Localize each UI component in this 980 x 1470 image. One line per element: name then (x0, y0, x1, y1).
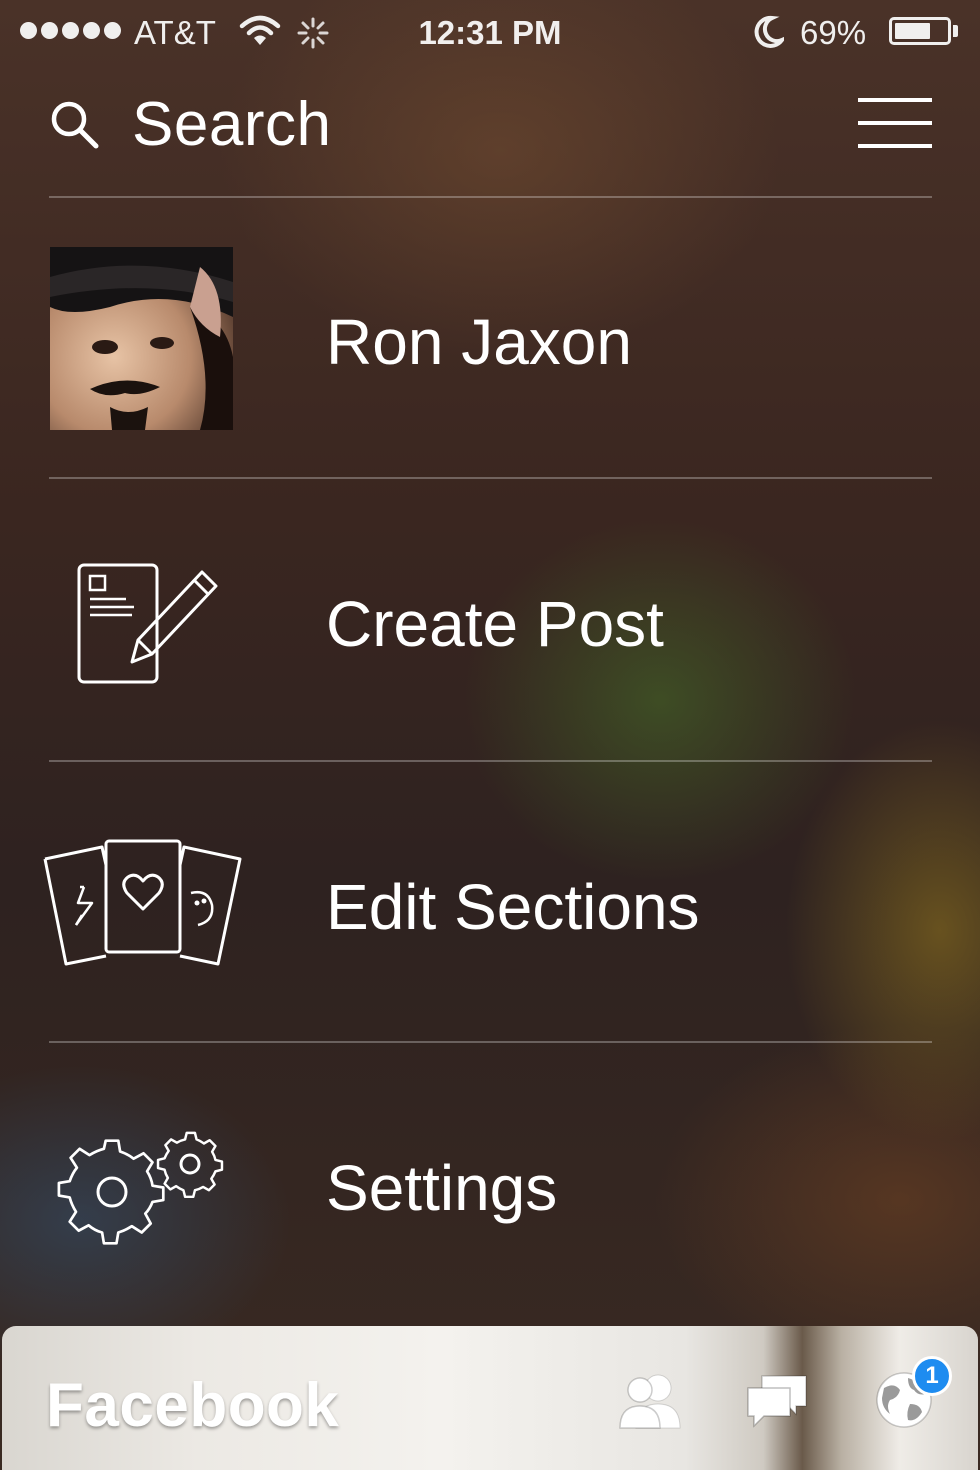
do-not-disturb-moon-icon (754, 15, 784, 48)
hamburger-menu-icon[interactable] (858, 96, 932, 150)
search-icon (51, 101, 99, 149)
create-post-icon (77, 563, 218, 684)
avatar[interactable] (50, 247, 233, 430)
gears-icon (57, 1131, 224, 1245)
battery-percentage: 69% (800, 14, 867, 51)
friends-icon[interactable] (614, 1370, 688, 1430)
bottom-bar[interactable]: Facebook 1 (2, 1326, 978, 1470)
status-bar: AT&T 12:31 PM 69% (0, 0, 980, 64)
notification-badge: 1 (912, 1356, 952, 1396)
divider (49, 477, 932, 479)
menu-item-label: Create Post (326, 588, 664, 660)
menu-item-label: Settings (326, 1152, 558, 1224)
cards-icon (43, 839, 242, 966)
divider (49, 196, 932, 198)
app-title: Facebook (46, 1371, 340, 1440)
divider (49, 1041, 932, 1043)
battery-level-fill (895, 23, 930, 39)
menu-item-settings[interactable]: Settings (0, 1044, 980, 1324)
menu-item-edit-sections[interactable]: Edit Sections (0, 763, 980, 1043)
search-label: Search (132, 89, 332, 159)
messages-icon[interactable] (744, 1372, 810, 1430)
battery-terminal (953, 25, 958, 37)
avatar-image (50, 247, 233, 430)
battery-icon (889, 17, 951, 45)
profile-name: Ron Jaxon (326, 306, 632, 378)
menu-item-label: Edit Sections (326, 871, 700, 943)
divider (49, 760, 932, 762)
search-button[interactable]: Search (48, 88, 331, 160)
menu-item-create-post[interactable]: Create Post (0, 480, 980, 760)
